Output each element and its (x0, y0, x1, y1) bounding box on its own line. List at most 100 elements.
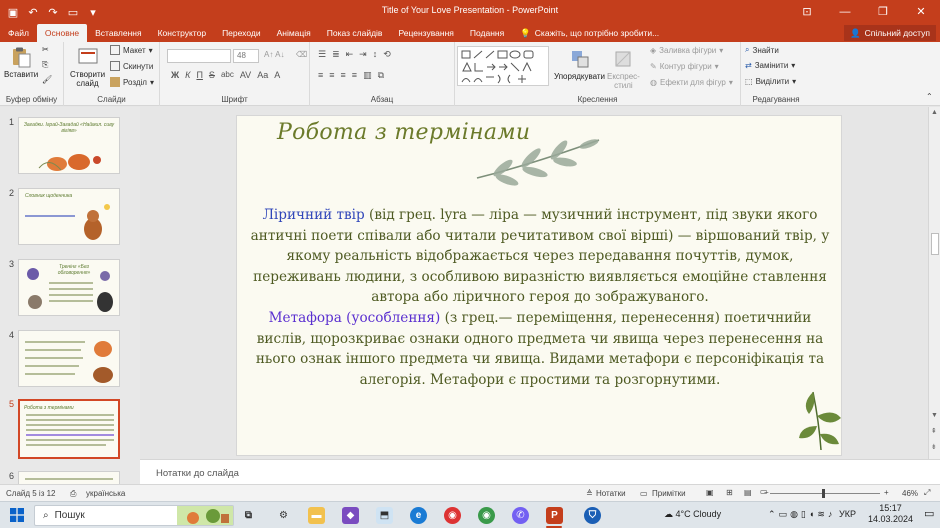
spellcheck-icon[interactable]: ⎙ (70, 489, 76, 499)
slide-sorter-icon[interactable]: ⊞ (726, 488, 733, 497)
tab-slideshow[interactable]: Показ слайдів (319, 24, 391, 42)
quick-styles-button[interactable]: Експрес- стилі (607, 48, 640, 90)
numbering-icon[interactable]: ≣ (332, 49, 340, 60)
arrange-button[interactable]: Упорядкувати (554, 48, 605, 81)
system-tray-icons[interactable]: ⌃▭◍▯◖≋♪ (768, 509, 835, 520)
present-from-start-icon[interactable]: ▭ (66, 6, 80, 19)
slide-thumbnail-4[interactable] (18, 330, 120, 387)
current-slide[interactable]: Робота з термінами Ліричний твір (від гр… (236, 115, 842, 456)
tab-transitions[interactable]: Переходи (214, 24, 269, 42)
format-painter-icon[interactable]: 🖌 (42, 75, 52, 84)
reading-view-icon[interactable]: ▤ (744, 488, 752, 497)
font-name-box[interactable] (167, 49, 231, 63)
undo-icon[interactable]: ↶ (26, 6, 40, 19)
close-icon[interactable]: ✕ (902, 0, 940, 24)
justify-icon[interactable]: ≡ (352, 70, 357, 81)
comments-button[interactable]: Примітки (652, 489, 686, 498)
slide-thumbnail-5[interactable]: Робота з термінами (18, 399, 120, 459)
meet-icon[interactable]: ▭ (779, 509, 791, 519)
scroll-thumb[interactable] (931, 233, 939, 255)
align-right-icon[interactable]: ≡ (341, 70, 346, 81)
taskbar-search-box[interactable]: ⌕ Пошук (34, 505, 234, 526)
language-indicator[interactable]: українська (86, 489, 125, 498)
restore-icon[interactable]: ❐ (864, 0, 902, 24)
previous-slide-icon[interactable]: ⇞ (931, 427, 937, 435)
app-store-icon[interactable]: ◆ (342, 507, 359, 524)
zoom-slider-thumb[interactable] (822, 489, 825, 498)
minimize-icon[interactable]: — (826, 0, 864, 24)
wifi-icon[interactable]: ≋ (817, 509, 828, 519)
font-size-box[interactable]: 48 (233, 49, 259, 63)
align-center-icon[interactable]: ≡ (329, 70, 334, 81)
notifications-icon[interactable]: ▭ (924, 507, 934, 520)
find-button[interactable]: ⌕ Знайти (745, 45, 779, 55)
ribbon-display-icon[interactable]: ⊡ (788, 0, 826, 24)
battery-icon[interactable]: ▯ (801, 509, 809, 519)
zoom-level[interactable]: 46% (902, 489, 918, 498)
zoom-in-icon[interactable]: + (884, 488, 889, 497)
powerpoint-app-icon[interactable]: P (546, 507, 563, 524)
zoom-slider[interactable] (770, 493, 880, 494)
char-spacing-icon[interactable]: AV (240, 70, 251, 80)
paste-button[interactable]: Вставити (4, 46, 38, 79)
align-left-icon[interactable]: ≡ (318, 70, 323, 81)
clear-format-icon[interactable]: ⌫ (296, 50, 307, 59)
zoom-out-icon[interactable]: − (764, 488, 769, 497)
grow-font-icon[interactable]: A↑ A↓ (264, 50, 284, 59)
italic-button[interactable]: К (185, 70, 190, 80)
weather-widget[interactable]: ☁ 4°C Cloudy (664, 509, 721, 520)
tab-view[interactable]: Подання (462, 24, 512, 42)
slide-body-text[interactable]: Ліричний твір (від грец. lyra — ліра — м… (245, 205, 835, 390)
language-switcher[interactable]: УКР (839, 509, 856, 519)
tab-home[interactable]: Основне (36, 24, 88, 42)
tab-insert[interactable]: Вставлення (87, 24, 149, 42)
bullets-icon[interactable]: ☰ (318, 49, 326, 60)
redo-icon[interactable]: ↷ (46, 6, 60, 19)
underline-button[interactable]: П (196, 70, 202, 80)
tab-animations[interactable]: Анімація (269, 24, 319, 42)
collapse-ribbon-icon[interactable]: ⌃ (926, 92, 933, 101)
select-button[interactable]: ⬚ Виділити ▾ (745, 77, 796, 86)
chrome-browser-icon[interactable]: ◉ (444, 507, 461, 524)
layout-button[interactable]: Макет ▾ (110, 45, 153, 55)
tray-chevron-icon[interactable]: ⌃ (768, 509, 779, 519)
decrease-indent-icon[interactable]: ⇤ (346, 49, 354, 60)
share-button[interactable]: 👤 Спільний доступ (844, 25, 936, 41)
tab-file[interactable]: Файл (0, 24, 37, 42)
tab-review[interactable]: Рецензування (390, 24, 461, 42)
columns-icon[interactable]: ▥ (363, 70, 372, 81)
slide-thumbnail-2[interactable]: Словник щоденника (18, 188, 120, 245)
slide-thumbnail-3[interactable]: Тренінг «Без обговорення» (18, 259, 120, 316)
vpn-shield-icon[interactable]: ⛉ (584, 507, 601, 524)
shape-outline-button[interactable]: ✎ Контур фігури ▾ (650, 62, 719, 71)
sound-icon[interactable]: ♪ (828, 509, 836, 519)
cut-icon[interactable]: ✂ (42, 45, 49, 54)
tell-me-box[interactable]: 💡 Скажіть, що потрібно зробити... (520, 28, 659, 39)
task-view-icon[interactable]: ⧉ (240, 507, 257, 524)
reset-button[interactable]: Скинути (110, 61, 153, 71)
vertical-scrollbar[interactable]: ▲ ▼ ⇞ ⇟ (928, 107, 940, 459)
bold-button[interactable]: Ж (171, 70, 179, 80)
next-slide-icon[interactable]: ⇟ (931, 443, 937, 451)
chrome-profile-icon[interactable]: ◉ (478, 507, 495, 524)
shape-fill-button[interactable]: ◈ Заливка фігури ▾ (650, 46, 723, 55)
windows-start-icon[interactable] (8, 506, 26, 524)
copy-icon[interactable]: ⎘ (42, 60, 48, 70)
fit-to-window-icon[interactable]: ⤢ (924, 488, 930, 498)
increase-indent-icon[interactable]: ⇥ (359, 49, 367, 60)
abc-button[interactable]: abc (221, 70, 234, 80)
slide-thumbnail-1[interactable]: Загадки. Іграй-Загадай «Наймил. сиву віг… (18, 117, 120, 174)
notes-pane[interactable]: Нотатки до слайда (140, 459, 940, 484)
edge-browser-icon[interactable]: e (410, 507, 427, 524)
save-icon[interactable]: ▣ (6, 6, 20, 19)
notes-button[interactable]: Нотатки (596, 489, 626, 498)
shapes-gallery[interactable] (457, 46, 549, 86)
slide-thumbnail-6[interactable] (18, 471, 120, 484)
shape-effects-button[interactable]: ◍ Ефекти для фігур ▾ (650, 78, 733, 87)
replace-button[interactable]: ⇄ Замінити ▾ (745, 61, 795, 70)
tab-design[interactable]: Конструктор (150, 24, 214, 42)
change-case-icon[interactable]: Aa (257, 70, 268, 80)
smartart-icon[interactable]: ⧉ (378, 70, 384, 81)
clock[interactable]: 15:17 14.03.2024 (868, 503, 913, 525)
strike-button[interactable]: S (209, 70, 215, 80)
